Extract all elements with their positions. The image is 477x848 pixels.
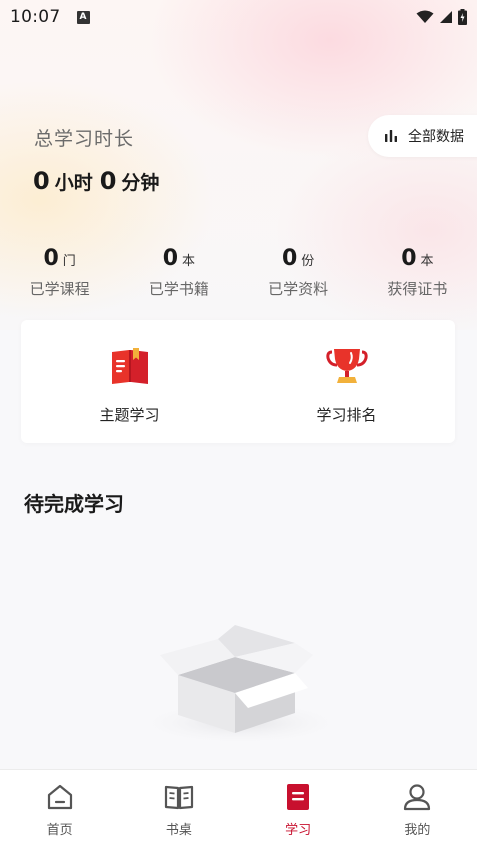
home-icon — [47, 784, 72, 810]
study-ranking-button[interactable]: 学习排名 — [238, 320, 455, 443]
stat-value: 0 — [401, 246, 417, 271]
nav-study[interactable]: 学习 — [239, 770, 358, 848]
total-study-time-value: 0 小时 0 分钟 — [33, 167, 166, 195]
nav-label: 书桌 — [165, 823, 192, 838]
nav-label: 学习 — [285, 823, 312, 838]
stat-courses[interactable]: 0 门 已学课程 — [0, 246, 119, 306]
book-icon — [164, 785, 193, 810]
status-time: 10:07 — [10, 7, 61, 27]
total-study-time-title: 总学习时长 — [34, 128, 135, 150]
stat-label: 已学书籍 — [148, 280, 209, 298]
feature-label: 学习排名 — [316, 406, 377, 424]
status-bar: 10:07 A — [0, 0, 477, 34]
stat-unit: 本 — [420, 254, 434, 269]
minutes-unit: 分钟 — [121, 172, 160, 194]
nav-mine[interactable]: 我的 — [358, 770, 477, 848]
stat-value: 0 — [281, 246, 298, 271]
bar-chart-icon — [385, 130, 397, 142]
stat-value: 0 — [162, 246, 179, 271]
study-screen: 10:07 A 总学习时长 0 小时 0 分钟 全部数据 0 门 已学课程 0 … — [0, 0, 477, 848]
hours-value: 0 — [33, 167, 50, 195]
stat-value: 0 — [43, 246, 59, 271]
wifi-icon — [416, 10, 434, 23]
stat-unit: 份 — [301, 254, 315, 269]
empty-box-icon — [135, 625, 345, 745]
nav-home[interactable]: 首页 — [0, 770, 119, 848]
nav-desk[interactable]: 书桌 — [119, 770, 238, 848]
stat-unit: 门 — [62, 254, 76, 269]
stat-materials[interactable]: 0 份 已学资料 — [239, 246, 358, 306]
signal-icon — [440, 11, 452, 23]
pending-study-title: 待完成学习 — [24, 492, 124, 516]
minutes-value: 0 — [99, 167, 117, 195]
study-icon — [287, 784, 310, 810]
notification-a-icon: A — [76, 10, 90, 24]
open-book-icon — [111, 348, 148, 384]
hours-unit: 小时 — [54, 172, 93, 194]
all-data-label: 全部数据 — [408, 129, 464, 145]
stat-certificates[interactable]: 0 本 获得证书 — [358, 246, 477, 306]
stat-unit: 本 — [182, 254, 196, 269]
stat-label: 已学课程 — [29, 280, 90, 298]
nav-label: 首页 — [46, 823, 73, 838]
trophy-icon — [325, 349, 368, 383]
nav-label: 我的 — [404, 823, 431, 838]
feature-card: 主题学习 学习排名 — [21, 320, 455, 443]
stat-label: 获得证书 — [387, 280, 448, 298]
stats-row: 0 门 已学课程 0 本 已学书籍 0 份 已学资料 0 本 获得证书 — [0, 246, 477, 306]
bottom-nav: 首页 书桌 学习 我的 — [0, 769, 477, 848]
stat-books[interactable]: 0 本 已学书籍 — [119, 246, 238, 306]
theme-study-button[interactable]: 主题学习 — [21, 320, 238, 443]
stat-label: 已学资料 — [268, 280, 329, 298]
profile-icon — [404, 784, 431, 811]
all-data-button[interactable]: 全部数据 — [368, 115, 477, 157]
battery-icon — [458, 9, 467, 25]
status-icons — [416, 9, 467, 25]
feature-label: 主题学习 — [99, 406, 160, 424]
